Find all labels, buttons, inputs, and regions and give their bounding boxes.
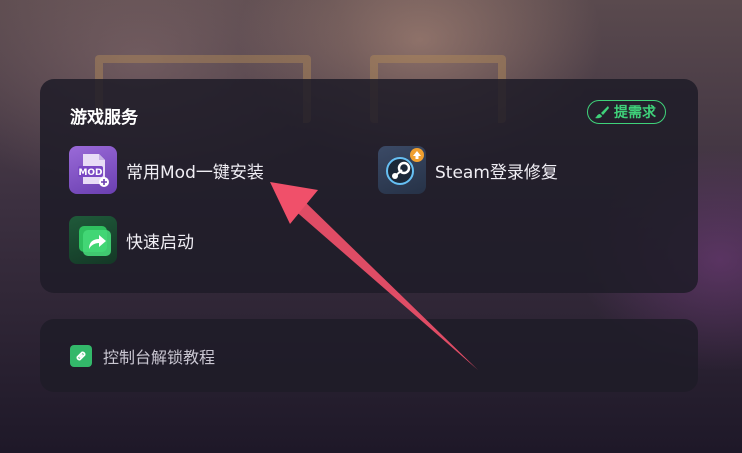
card-title: 游戏服务 — [70, 108, 138, 128]
service-label: Steam登录修复 — [435, 162, 558, 183]
service-label: 常用Mod一键安装 — [126, 162, 264, 183]
game-services-card: 游戏服务 提需求 MOD 常用Mod一键安装 Steam登录修复 快速启动 — [40, 79, 698, 293]
service-mod-install[interactable]: MOD 常用Mod一键安装 — [69, 146, 264, 194]
service-label: 快速启动 — [126, 232, 194, 253]
steam-icon — [378, 146, 426, 194]
link-icon — [70, 345, 92, 367]
console-tutorial-link[interactable]: 控制台解锁教程 — [70, 344, 215, 368]
quick-launch-icon — [69, 216, 117, 264]
service-quick-launch[interactable]: 快速启动 — [69, 216, 194, 264]
console-tutorial-card: 控制台解锁教程 — [40, 319, 698, 392]
service-steam-fix[interactable]: Steam登录修复 — [378, 146, 558, 194]
request-feature-label: 提需求 — [614, 105, 656, 121]
request-feature-button[interactable]: 提需求 — [587, 100, 666, 124]
svg-text:MOD: MOD — [78, 168, 102, 178]
brush-icon — [595, 106, 609, 119]
mod-icon: MOD — [69, 146, 117, 194]
console-tutorial-label: 控制台解锁教程 — [103, 348, 216, 367]
